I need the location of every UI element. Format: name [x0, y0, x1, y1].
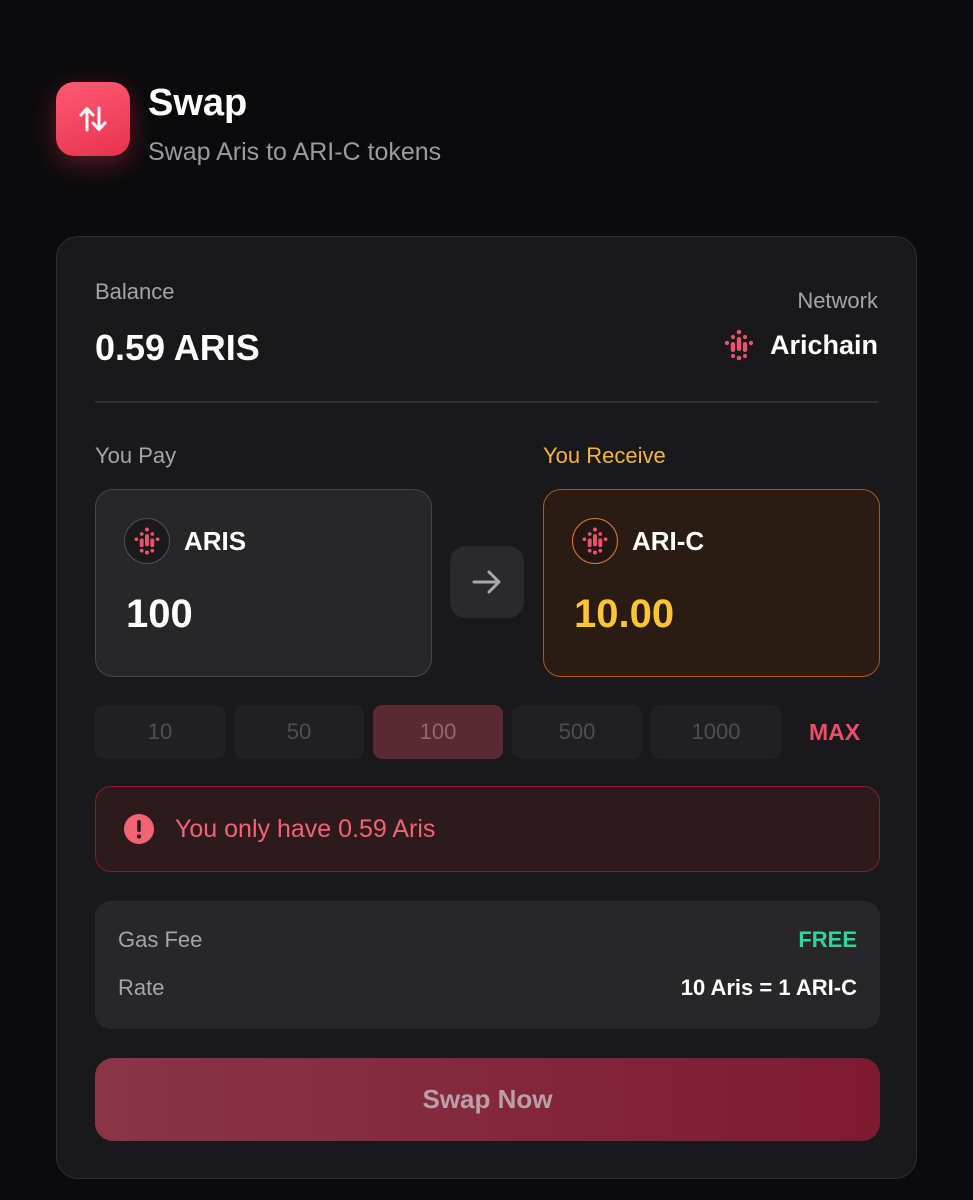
gas-fee-value: FREE	[798, 927, 857, 952]
you-pay-label: You Pay	[95, 443, 177, 468]
swap-direction-button[interactable]	[450, 546, 524, 618]
preset-10-button[interactable]: 10	[95, 705, 225, 759]
ari-c-token-icon	[572, 518, 618, 564]
network-selector[interactable]: Arichain	[722, 328, 878, 362]
receive-token-name: ARI-C	[632, 525, 705, 556]
preset-1000-button[interactable]: 1000	[651, 705, 781, 759]
page-subtitle: Swap Aris to ARI-C tokens	[148, 138, 442, 166]
rate-value: 10 Aris = 1 ARI-C	[680, 975, 857, 1000]
preset-500-button[interactable]: 500	[512, 705, 642, 759]
preset-100-button[interactable]: 100	[373, 705, 503, 759]
gas-fee-row: Gas Fee FREE	[118, 927, 857, 953]
receive-amount: 10.00	[574, 592, 675, 636]
swap-info-panel: Gas Fee FREE Rate 10 Aris = 1 ARI-C	[95, 901, 880, 1029]
network-name: Arichain	[769, 329, 878, 360]
amount-presets: 10 50 100 500 1000 MAX	[95, 705, 860, 759]
swap-now-button[interactable]: Swap Now	[95, 1058, 880, 1141]
page-title: Swap	[148, 82, 248, 124]
error-banner: You only have 0.59 Aris	[95, 786, 880, 872]
rate-label: Rate	[118, 975, 165, 1000]
pay-token-box[interactable]: ARIS 100	[95, 489, 432, 677]
swap-arrows-icon	[56, 82, 130, 156]
swap-card: Balance 0.59 ARIS Network Arichain You P…	[56, 236, 917, 1179]
pay-amount[interactable]: 100	[126, 592, 193, 637]
error-message: You only have 0.59 Aris	[175, 814, 436, 843]
alert-circle-icon	[124, 814, 154, 844]
receive-token-box[interactable]: ARI-C 10.00	[543, 489, 880, 677]
max-button[interactable]: MAX	[809, 719, 860, 746]
preset-50-button[interactable]: 50	[234, 705, 364, 759]
balance-value: 0.59 ARIS	[95, 327, 260, 368]
aris-token-icon	[124, 518, 170, 564]
gas-fee-label: Gas Fee	[118, 927, 203, 952]
network-label: Network	[797, 288, 878, 313]
arichain-logo-icon	[722, 328, 756, 362]
balance-label: Balance	[95, 279, 175, 304]
you-receive-label: You Receive	[543, 443, 666, 468]
rate-row: Rate 10 Aris = 1 ARI-C	[118, 975, 857, 1001]
page-header: Swap Swap Aris to ARI-C tokens	[56, 82, 441, 166]
arrow-right-icon	[472, 570, 501, 594]
pay-token-name: ARIS	[184, 525, 247, 556]
divider	[95, 401, 878, 403]
